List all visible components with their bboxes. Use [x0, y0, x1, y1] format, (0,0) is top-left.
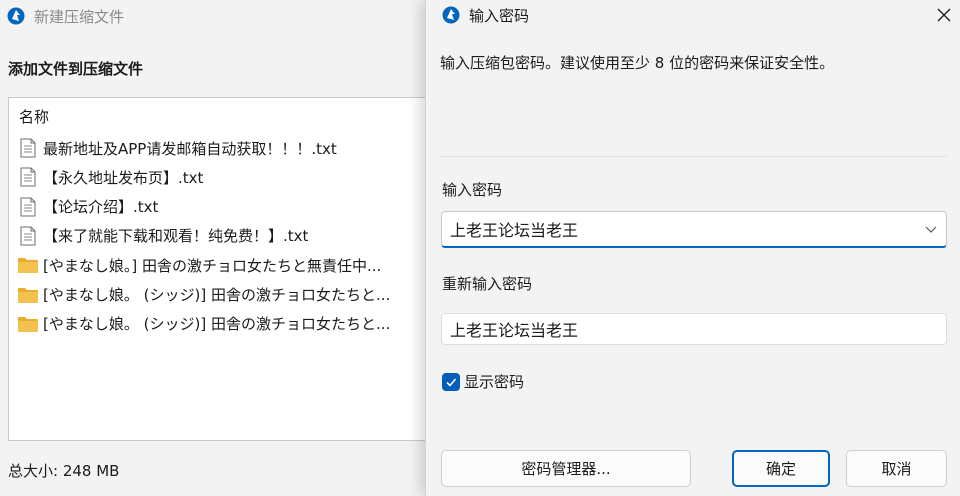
app-logo-icon: [7, 7, 25, 25]
dialog-title: 输入密码: [469, 7, 530, 25]
dialog-description: 输入压缩包密码。建议使用至少 8 位的密码来保证安全性。: [440, 54, 835, 72]
folder-icon: [17, 254, 39, 276]
confirm-password-label: 重新输入密码: [442, 275, 533, 293]
file-name: [やまなし娘。 (シッジ)] 田舎の激チョロ女たちと...: [43, 286, 391, 304]
file-list-item[interactable]: [やまなし娘。 (シッジ)] 田舎の激チョロ女たちと...: [17, 312, 437, 336]
app-logo-icon: [442, 6, 460, 24]
show-password-checkbox[interactable]: [442, 372, 460, 391]
show-password-label: 显示密码: [464, 373, 525, 391]
password-manager-button[interactable]: 密码管理器...: [441, 450, 691, 487]
show-password-checkbox-row[interactable]: 显示密码: [442, 371, 524, 392]
file-list-item[interactable]: 【来了就能下载和观看！纯免费！】.txt: [17, 224, 437, 248]
text-file-icon: [17, 166, 39, 188]
file-name: 最新地址及APP请发邮箱自动获取！！！.txt: [43, 139, 337, 158]
password-input[interactable]: [442, 214, 912, 244]
file-name: [やまなし娘。 (シッジ)] 田舎の激チョロ女たちと...: [43, 315, 391, 334]
password-combobox[interactable]: [441, 211, 947, 248]
password-label: 输入密码: [442, 181, 503, 199]
name-column-header[interactable]: 名称: [19, 106, 49, 127]
create-archive-title: 新建压缩文件: [34, 8, 125, 26]
text-file-icon: [17, 137, 39, 159]
create-archive-titlebar: 新建压缩文件: [0, 0, 425, 32]
chevron-down-icon[interactable]: [924, 222, 938, 236]
cancel-button[interactable]: 取消: [846, 450, 947, 487]
total-size: 总大小: 248 MB: [8, 462, 120, 480]
file-name: 【论坛介绍】.txt: [43, 198, 159, 217]
file-list: 名称 最新地址及APP请发邮箱自动获取！！！.txt 【永久地址发布页】.txt 【…: [8, 97, 438, 441]
dialog-titlebar: 输入密码: [426, 0, 960, 32]
confirm-password-input[interactable]: [442, 315, 932, 343]
file-name: [やまなし娘。] 田舎の激チョロ女たちと無責任中...: [43, 256, 382, 275]
password-dialog: 输入密码 输入压缩包密码。建议使用至少 8 位的密码来保证安全性。 输入密码 重…: [425, 0, 960, 496]
file-list-item[interactable]: 【论坛介绍】.txt: [17, 195, 437, 219]
text-file-icon: [17, 196, 39, 218]
checkmark-icon: [446, 377, 457, 387]
confirm-password-field[interactable]: [441, 313, 947, 345]
close-icon: [937, 8, 950, 22]
folder-icon: [17, 284, 39, 306]
add-files-heading: 添加文件到压缩文件: [8, 60, 144, 78]
file-list-item[interactable]: [やまなし娘。 (シッジ)] 田舎の激チョロ女たちと...: [17, 283, 437, 307]
close-button[interactable]: [926, 0, 960, 30]
file-name: 【永久地址发布页】.txt: [43, 168, 204, 187]
divider: [440, 156, 947, 157]
file-list-item[interactable]: [やまなし娘。] 田舎の激チョロ女たちと無責任中...: [17, 253, 437, 277]
text-file-icon: [17, 225, 39, 247]
file-name: 【来了就能下载和观看！纯免费！】.txt: [43, 227, 309, 246]
file-list-item[interactable]: 最新地址及APP请发邮箱自动获取！！！.txt: [17, 136, 437, 160]
folder-icon: [17, 313, 39, 335]
file-list-item[interactable]: 【永久地址发布页】.txt: [17, 165, 437, 189]
ok-button[interactable]: 确定: [732, 450, 830, 487]
